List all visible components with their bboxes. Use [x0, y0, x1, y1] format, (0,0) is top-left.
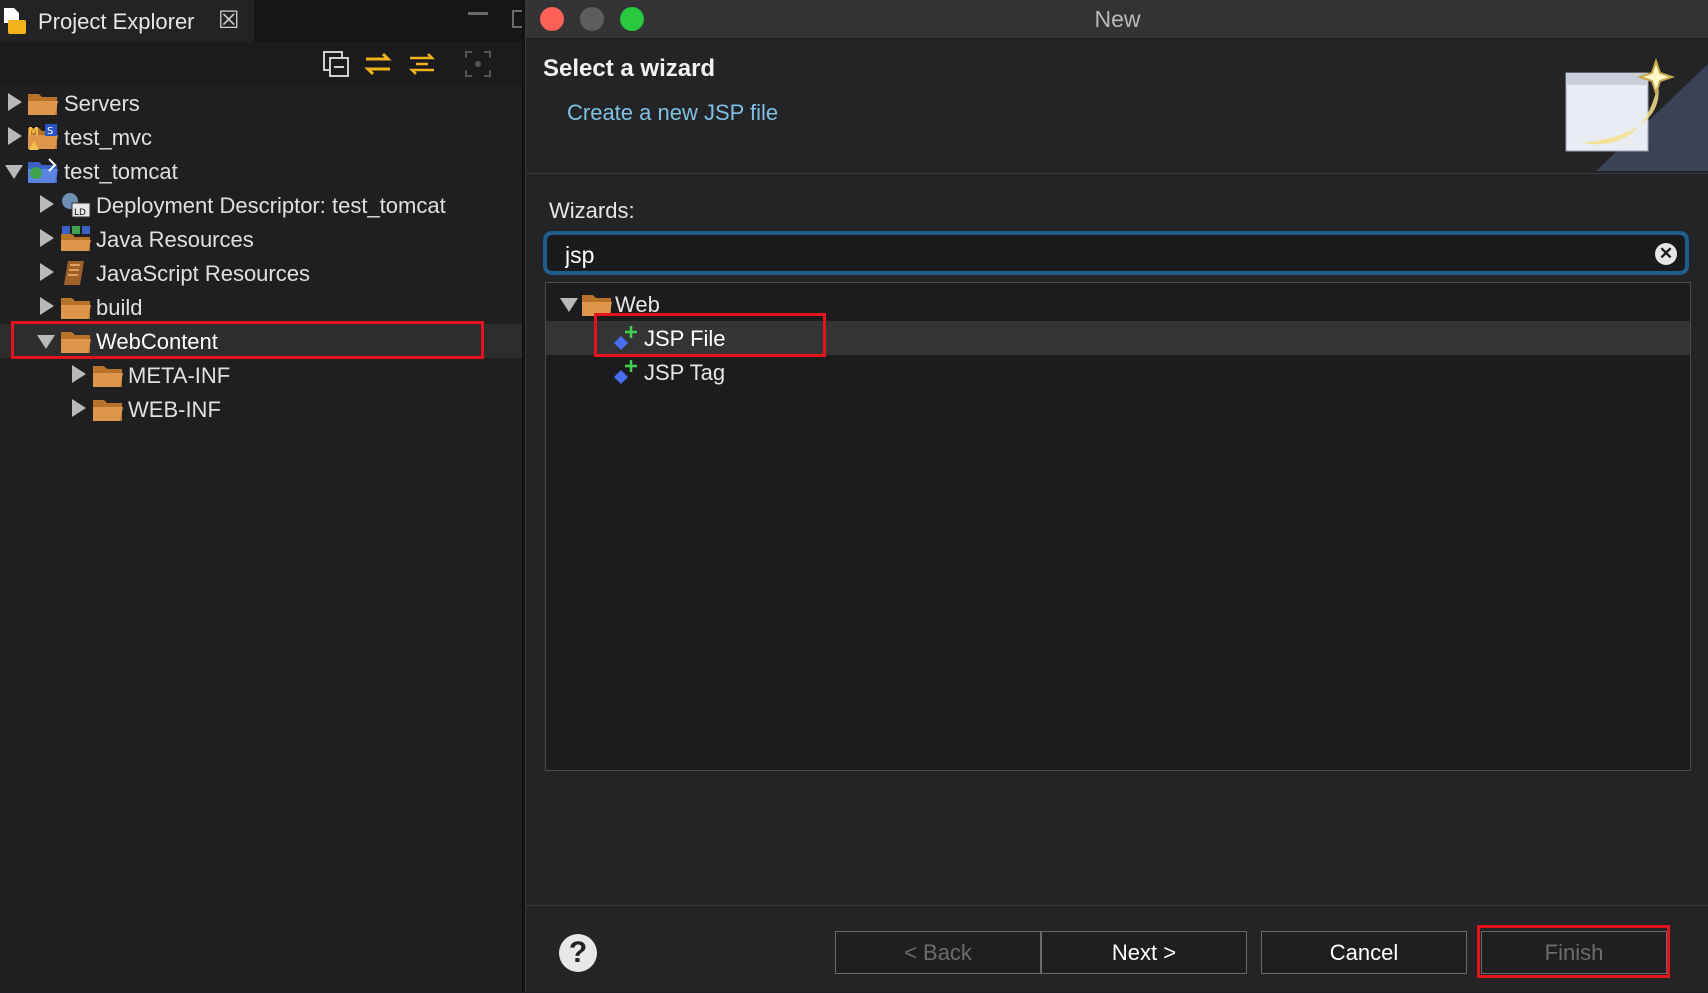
- wizard-filter-field[interactable]: ✕: [543, 231, 1689, 275]
- tree-item-label: WebContent: [96, 329, 218, 354]
- folder-icon: [93, 400, 123, 421]
- tree-item-label: JavaScript Resources: [96, 261, 310, 286]
- wizard-message: Create a new JSP file: [567, 100, 779, 125]
- explorer-tab-title: Project Explorer: [38, 9, 195, 34]
- web-project-icon: [28, 158, 58, 183]
- tree-item-label: META-INF: [128, 363, 231, 388]
- tree-item-deployment-descriptor[interactable]: LD Deployment Descriptor: test_tomcat: [0, 188, 525, 222]
- tree-item-webcontent[interactable]: WebContent: [0, 324, 525, 358]
- tree-item-label: Servers: [64, 91, 140, 116]
- wizard-tree-label: JSP File: [644, 326, 726, 351]
- javascript-resources-icon: [64, 261, 84, 285]
- tree-item-meta-inf[interactable]: META-INF: [0, 358, 525, 392]
- new-wizard-dialog: New Select a wizard Create a new JSP fil…: [525, 0, 1708, 992]
- tree-item-build[interactable]: build: [0, 290, 525, 324]
- folder-icon: [93, 366, 123, 387]
- new-wizard-banner-icon: [1565, 57, 1708, 171]
- svg-text:LD: LD: [74, 208, 86, 218]
- jsp-file-wizard-icon: [614, 326, 637, 350]
- tree-item-java-resources[interactable]: Java Resources: [0, 222, 525, 256]
- wizard-banner: Select a wizard Create a new JSP file: [526, 39, 1708, 174]
- expand-icon[interactable]: [40, 195, 54, 213]
- tree-item-test-tomcat[interactable]: test_tomcat: [0, 154, 525, 188]
- wizard-item-jsp-file[interactable]: JSP File: [546, 321, 1690, 355]
- explorer-toolbar: [0, 42, 525, 86]
- help-button[interactable]: ?: [559, 934, 597, 972]
- wizard-item-jsp-tag[interactable]: JSP Tag: [546, 355, 1690, 389]
- wizard-filter-input[interactable]: [563, 239, 1617, 271]
- tree-item-servers[interactable]: Servers: [0, 86, 525, 120]
- folder-icon: [61, 298, 91, 319]
- project-explorer-icon: [4, 8, 26, 34]
- expand-icon[interactable]: [8, 127, 22, 145]
- tree-item-label: Java Resources: [96, 227, 254, 252]
- wizard-tree-label: JSP Tag: [644, 360, 726, 385]
- expand-icon[interactable]: [72, 365, 86, 383]
- project-explorer-view: Project Explorer ☒ Servers M S test_mvc …: [0, 0, 525, 992]
- wizards-label: Wizards:: [549, 198, 635, 223]
- expand-icon[interactable]: [40, 263, 54, 281]
- wizard-heading: Select a wizard: [543, 55, 716, 82]
- tree-item-label: test_tomcat: [64, 159, 178, 184]
- jsp-tag-wizard-icon: [614, 360, 637, 384]
- expand-icon[interactable]: [40, 229, 54, 247]
- folder-icon: [61, 332, 91, 353]
- tree-item-javascript-resources[interactable]: JavaScript Resources: [0, 256, 525, 290]
- link-with-editor-icon[interactable]: [362, 48, 394, 80]
- finish-button[interactable]: Finish: [1481, 931, 1667, 974]
- project-explorer-tab[interactable]: Project Explorer ☒: [0, 0, 254, 42]
- next-button[interactable]: Next >: [1041, 931, 1247, 974]
- expand-icon[interactable]: [40, 297, 54, 315]
- filter-icon[interactable]: [406, 48, 438, 80]
- collapse-icon[interactable]: [560, 298, 578, 312]
- explorer-tab-bar: Project Explorer ☒: [0, 0, 525, 42]
- collapse-icon[interactable]: [37, 335, 55, 349]
- wizard-tree: Web JSP File JSP Tag: [545, 282, 1691, 771]
- tree-item-label: test_mvc: [64, 125, 153, 150]
- java-resources-icon: [61, 226, 91, 251]
- expand-icon[interactable]: [72, 399, 86, 417]
- folder-icon: [582, 295, 612, 316]
- tree-item-label: Deployment Descriptor: test_tomcat: [96, 193, 446, 218]
- close-icon[interactable]: ☒: [218, 6, 240, 35]
- clear-icon[interactable]: ✕: [1655, 243, 1677, 265]
- svg-text:S: S: [47, 126, 53, 137]
- cancel-button[interactable]: Cancel: [1261, 931, 1467, 974]
- tree-item-label: build: [96, 295, 143, 320]
- tree-item-label: WEB-INF: [128, 397, 221, 422]
- dialog-titlebar: New: [526, 0, 1708, 39]
- collapse-icon[interactable]: [5, 165, 23, 179]
- tree-item-test-mvc[interactable]: M S test_mvc: [0, 120, 525, 154]
- deployment-descriptor-icon: LD: [62, 193, 91, 218]
- tree-item-web-inf[interactable]: WEB-INF: [0, 392, 525, 426]
- expand-icon[interactable]: [8, 93, 22, 111]
- wizard-tree-label: Web: [615, 292, 660, 317]
- collapse-all-icon[interactable]: [320, 48, 352, 80]
- svg-text:M: M: [28, 125, 39, 138]
- dialog-title: New: [1094, 6, 1141, 32]
- folder-icon: [28, 94, 58, 115]
- minimize-view-icon[interactable]: [468, 12, 488, 15]
- dialog-button-bar: ? < Back Next > Cancel Finish: [526, 905, 1708, 993]
- maven-project-icon: M S: [28, 124, 58, 150]
- wizard-category-web[interactable]: Web: [546, 287, 1690, 321]
- focus-icon[interactable]: [462, 48, 494, 80]
- back-button[interactable]: < Back: [835, 931, 1041, 974]
